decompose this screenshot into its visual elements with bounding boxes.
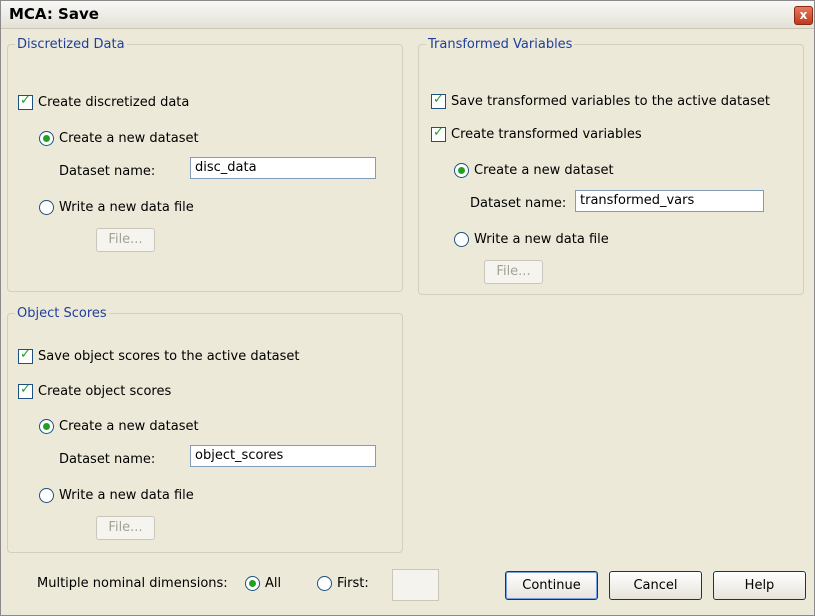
disc-new-dataset-radio[interactable]: Create a new dataset xyxy=(39,131,199,146)
save-object-scores-active-label: Save object scores to the active dataset xyxy=(38,349,300,364)
create-transformed-label: Create transformed variables xyxy=(451,127,642,142)
obj-new-dataset-radio[interactable]: Create a new dataset xyxy=(39,419,199,434)
disc-write-file-radio[interactable]: Write a new data file xyxy=(39,200,194,215)
dims-all-label: All xyxy=(265,576,282,591)
dims-first-radio[interactable]: First: xyxy=(317,576,369,591)
create-discretized-label: Create discretized data xyxy=(38,95,190,110)
disc-new-dataset-label: Create a new dataset xyxy=(59,131,199,146)
save-transformed-active-checkbox[interactable]: ✓ Save transformed variables to the acti… xyxy=(431,92,770,109)
object-scores-legend: Object Scores xyxy=(17,306,107,321)
save-transformed-active-label: Save transformed variables to the active… xyxy=(451,94,770,109)
help-button[interactable]: Help xyxy=(713,571,806,600)
dims-first-label: First: xyxy=(337,576,369,591)
close-button[interactable]: x xyxy=(794,6,813,25)
save-object-scores-active-checkbox[interactable]: ✓ Save object scores to the active datas… xyxy=(18,347,300,364)
radio-selected-icon[interactable] xyxy=(39,131,54,146)
transformed-variables-group: Transformed Variables ✓ Save transformed… xyxy=(418,37,804,295)
checkbox-checked-icon[interactable]: ✓ xyxy=(431,125,446,142)
obj-write-file-label: Write a new data file xyxy=(59,488,194,503)
radio-unselected-icon[interactable] xyxy=(39,200,54,215)
create-discretized-checkbox[interactable]: ✓ Create discretized data xyxy=(18,93,190,110)
multiple-nominal-dimensions-label: Multiple nominal dimensions: xyxy=(37,576,228,591)
trans-dataset-name-input[interactable]: transformed_vars xyxy=(575,190,764,212)
create-object-scores-checkbox[interactable]: ✓ Create object scores xyxy=(18,382,172,399)
cancel-button[interactable]: Cancel xyxy=(609,571,702,600)
obj-file-button[interactable]: File... xyxy=(96,516,155,540)
discretized-data-group: Discretized Data ✓ Create discretized da… xyxy=(7,37,403,292)
disc-file-button[interactable]: File... xyxy=(96,228,155,252)
close-icon: x xyxy=(799,8,808,22)
trans-file-button[interactable]: File... xyxy=(484,260,543,284)
create-object-scores-label: Create object scores xyxy=(38,384,172,399)
window-title: MCA: Save xyxy=(9,5,99,23)
create-transformed-checkbox[interactable]: ✓ Create transformed variables xyxy=(431,125,642,142)
disc-write-file-label: Write a new data file xyxy=(59,200,194,215)
obj-write-file-radio[interactable]: Write a new data file xyxy=(39,488,194,503)
checkbox-checked-icon[interactable]: ✓ xyxy=(18,347,33,364)
trans-new-dataset-label: Create a new dataset xyxy=(474,163,614,178)
radio-unselected-icon[interactable] xyxy=(317,576,332,591)
continue-button[interactable]: Continue xyxy=(505,571,598,600)
trans-write-file-radio[interactable]: Write a new data file xyxy=(454,232,609,247)
obj-dataset-name-label: Dataset name: xyxy=(59,452,156,467)
radio-selected-icon[interactable] xyxy=(245,576,260,591)
mca-save-dialog: MCA: Save x Discretized Data ✓ Create di… xyxy=(0,0,815,616)
disc-dataset-name-input[interactable]: disc_data xyxy=(190,157,376,179)
obj-dataset-name-input[interactable]: object_scores xyxy=(190,445,376,467)
radio-selected-icon[interactable] xyxy=(39,419,54,434)
obj-new-dataset-label: Create a new dataset xyxy=(59,419,199,434)
checkbox-checked-icon[interactable]: ✓ xyxy=(18,93,33,110)
object-scores-group: Object Scores ✓ Save object scores to th… xyxy=(7,306,403,553)
radio-unselected-icon[interactable] xyxy=(39,488,54,503)
checkbox-checked-icon[interactable]: ✓ xyxy=(18,382,33,399)
checkbox-checked-icon[interactable]: ✓ xyxy=(431,92,446,109)
first-dimensions-input[interactable] xyxy=(392,569,439,601)
trans-write-file-label: Write a new data file xyxy=(474,232,609,247)
trans-new-dataset-radio[interactable]: Create a new dataset xyxy=(454,163,614,178)
dims-all-radio[interactable]: All xyxy=(245,576,281,591)
radio-unselected-icon[interactable] xyxy=(454,232,469,247)
discretized-data-legend: Discretized Data xyxy=(17,37,125,52)
trans-dataset-name-label: Dataset name: xyxy=(470,196,567,211)
transformed-variables-legend: Transformed Variables xyxy=(428,37,573,52)
radio-selected-icon[interactable] xyxy=(454,163,469,178)
title-bar[interactable]: MCA: Save x xyxy=(1,1,814,29)
disc-dataset-name-label: Dataset name: xyxy=(59,164,156,179)
